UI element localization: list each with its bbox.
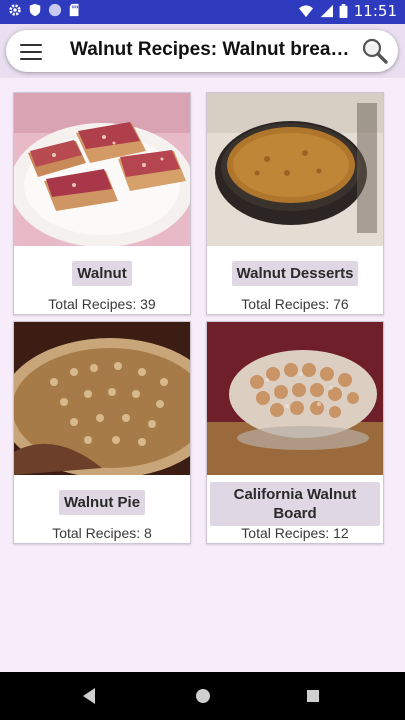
wifi-icon [298, 5, 313, 18]
walnut-pie-image [14, 322, 190, 475]
category-label: Walnut Desserts [207, 261, 383, 286]
status-time: 11:51 [353, 2, 397, 20]
shield-icon [29, 3, 41, 17]
app-bar: Walnut Recipes: Walnut bread recipes [0, 24, 405, 78]
system-nav-bar [0, 672, 405, 720]
battery-icon [339, 4, 348, 18]
status-bar: 11:51 [0, 0, 405, 24]
settings-icon [9, 4, 21, 16]
circle-icon [48, 3, 62, 17]
category-card-walnut[interactable]: Walnut Total Recipes: 39 [13, 92, 191, 315]
category-card-walnut-pie[interactable]: Walnut Pie Total Recipes: 8 [13, 321, 191, 544]
recipe-count: Total Recipes: 8 [52, 525, 152, 541]
candied-walnuts-image [207, 322, 383, 475]
page-title: Walnut Recipes: Walnut bread recipes [70, 39, 352, 60]
recipe-count: Total Recipes: 12 [241, 525, 349, 541]
category-label: Walnut Pie [14, 490, 190, 515]
recipe-count: Total Recipes: 76 [241, 296, 349, 312]
walnut-cake-image [207, 93, 383, 246]
menu-icon[interactable] [20, 44, 42, 60]
category-card-california-walnut-board[interactable]: California Walnut Board Total Recipes: 1… [206, 321, 384, 544]
home-icon[interactable] [196, 689, 210, 703]
category-label: Walnut [14, 261, 190, 286]
recents-icon[interactable] [307, 690, 319, 702]
walnut-bars-image [14, 93, 190, 246]
back-icon[interactable] [83, 688, 95, 704]
sd-card-icon [69, 3, 79, 17]
recipe-count: Total Recipes: 39 [48, 296, 156, 312]
category-label: California Walnut Board [207, 482, 383, 526]
search-bar-container: Walnut Recipes: Walnut bread recipes [6, 30, 398, 72]
signal-icon [320, 4, 333, 18]
search-icon[interactable] [360, 36, 390, 66]
category-card-walnut-desserts[interactable]: Walnut Desserts Total Recipes: 76 [206, 92, 384, 315]
